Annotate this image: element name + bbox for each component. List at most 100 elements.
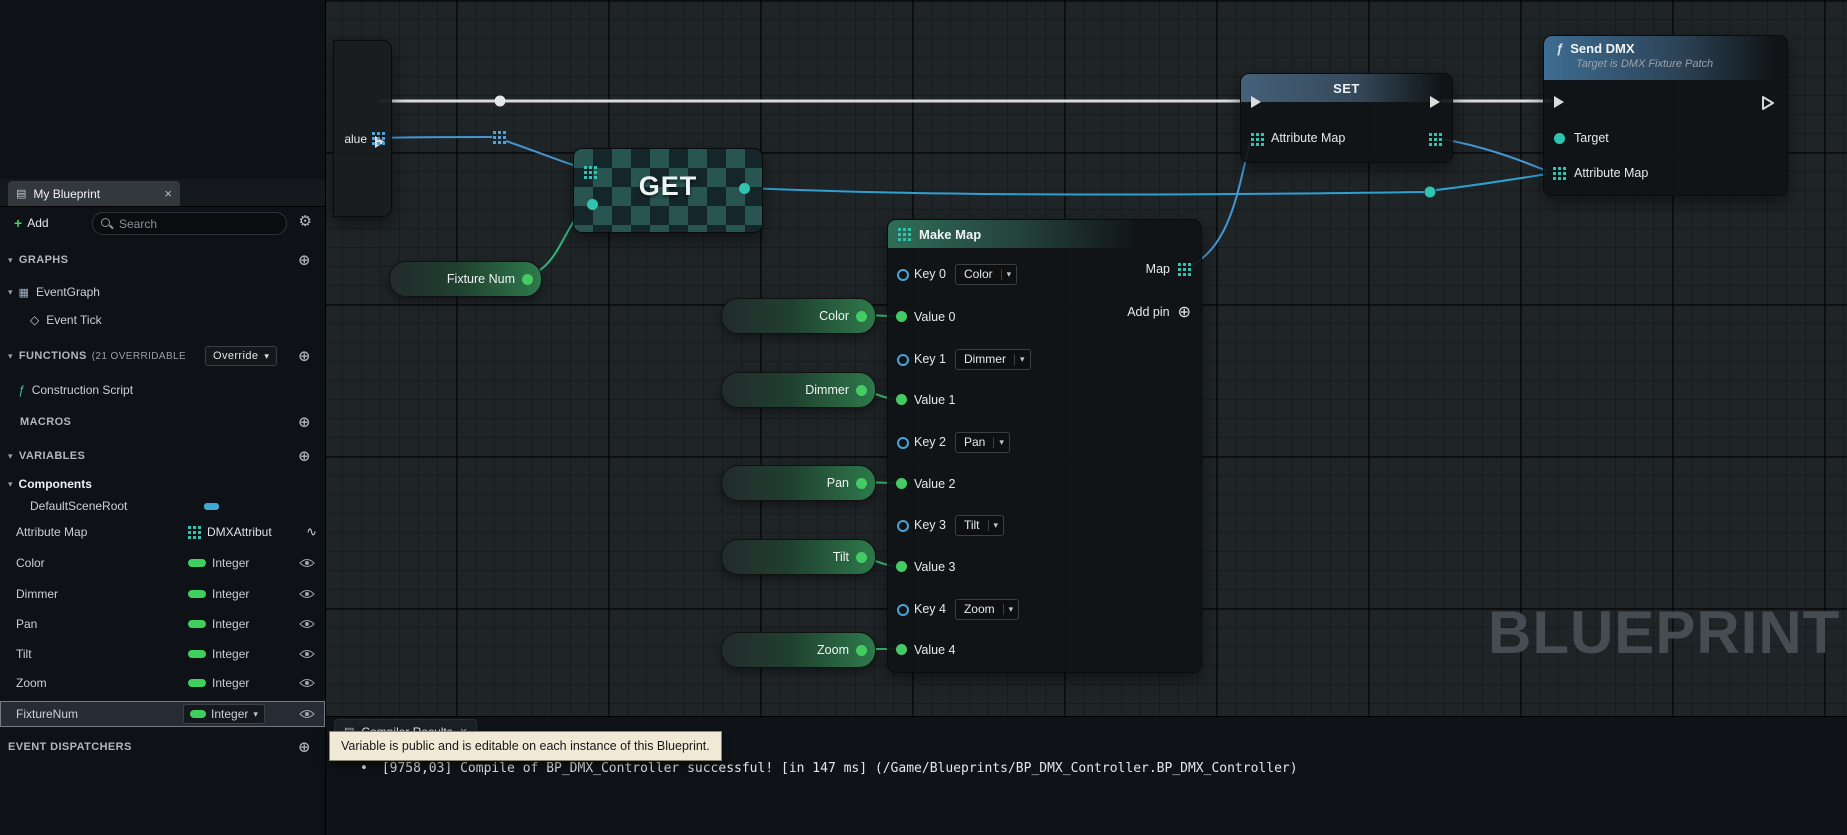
node-subtitle: Target is DMX Fixture Patch — [1576, 58, 1787, 70]
key-enum-dropdown[interactable]: Zoom ▾ — [955, 599, 1019, 620]
eye-icon[interactable] — [299, 678, 315, 688]
map-input-pin-icon[interactable] — [1553, 167, 1566, 180]
collapse-arrow-icon[interactable]: ▾ — [8, 451, 13, 462]
collapse-arrow-icon[interactable]: ▾ — [8, 479, 13, 490]
variable-row-zoom[interactable]: Zoom Integer — [0, 671, 325, 695]
functions-section-header[interactable]: ▾ FUNCTIONS (21 OVERRIDABLE Override ▾ ⊕ — [0, 344, 325, 368]
map-input-pin-icon[interactable] — [1251, 133, 1264, 146]
variable-row-fixturenum[interactable]: FixtureNum Integer ▾ — [0, 701, 325, 727]
get-node[interactable]: GET — [573, 148, 763, 233]
eye-icon[interactable] — [299, 709, 315, 719]
output-pin[interactable] — [856, 645, 867, 656]
search-input[interactable] — [117, 214, 281, 233]
value-output-pin[interactable] — [739, 183, 750, 194]
add-macro-icon[interactable]: ⊕ — [298, 415, 311, 430]
add-variable-icon[interactable]: ⊕ — [298, 449, 311, 464]
partial-node[interactable]: alue — [333, 40, 392, 217]
value-row: Value 3 — [888, 555, 955, 579]
key-input-pin[interactable] — [587, 199, 598, 210]
variable-get-tilt[interactable]: Tilt — [721, 539, 876, 575]
variable-get-fixture-num[interactable]: Fixture Num — [389, 261, 542, 297]
value-pin[interactable] — [896, 644, 907, 655]
map-output-pin-icon[interactable] — [1178, 263, 1191, 276]
graphs-section-header[interactable]: ▾ GRAPHS ⊕ — [0, 248, 325, 272]
variable-get-color[interactable]: Color — [721, 298, 876, 334]
output-pin[interactable] — [522, 274, 533, 285]
add-pin-icon[interactable]: ⊕ — [1178, 302, 1191, 322]
add-event-dispatcher-icon[interactable]: ⊕ — [298, 740, 311, 755]
variable-row-dimmer[interactable]: Dimmer Integer — [0, 582, 325, 606]
chevron-down-icon: ▾ — [253, 709, 258, 720]
eye-icon[interactable] — [299, 649, 315, 659]
make-map-header: Make Map — [888, 220, 1201, 248]
gear-icon[interactable]: ⚙ — [299, 214, 312, 229]
add-button[interactable]: + Add — [8, 212, 55, 234]
variable-type-dropdown[interactable]: Integer ▾ — [183, 704, 265, 724]
variable-get-zoom[interactable]: Zoom — [721, 632, 876, 668]
eye-icon[interactable] — [299, 619, 315, 629]
collapse-arrow-icon[interactable]: ▾ — [8, 287, 13, 298]
map-pin-icon[interactable] — [372, 132, 385, 145]
output-pin[interactable] — [856, 552, 867, 563]
set-attribute-map-node[interactable]: SET Attribute Map — [1240, 73, 1453, 163]
integer-type-pill — [188, 679, 206, 687]
close-tab-icon[interactable]: × — [164, 186, 172, 201]
value-pin[interactable] — [896, 311, 907, 322]
map-reroute-icon[interactable] — [493, 131, 506, 144]
override-dropdown[interactable]: Override ▾ — [205, 346, 277, 366]
value-row: Value 1 — [888, 388, 955, 412]
key-enum-dropdown[interactable]: Color ▾ — [955, 264, 1017, 285]
variable-row-attribute-map[interactable]: Attribute Map DMXAttribut ∿ — [0, 520, 325, 544]
value-pin[interactable] — [896, 561, 907, 572]
exec-out-pin[interactable] — [1761, 95, 1775, 111]
collapse-arrow-icon[interactable]: ▾ — [8, 351, 13, 362]
variable-row-defaultsceneroot[interactable]: DefaultSceneRoot — [0, 494, 325, 518]
exec-out-pin[interactable] — [1430, 96, 1440, 108]
output-pin[interactable] — [856, 311, 867, 322]
output-pin[interactable] — [856, 478, 867, 489]
key-enum-dropdown[interactable]: Pan ▾ — [955, 432, 1010, 453]
variable-row-tilt[interactable]: Tilt Integer — [0, 642, 325, 666]
value-pin[interactable] — [896, 478, 907, 489]
node-title: SET — [1333, 81, 1360, 96]
key-pin[interactable] — [897, 437, 909, 449]
tab-title: My Blueprint — [33, 187, 100, 201]
sidebar-item-event-tick[interactable]: ◇ Event Tick — [0, 308, 325, 332]
output-pin[interactable] — [856, 385, 867, 396]
variable-get-dimmer[interactable]: Dimmer — [721, 372, 876, 408]
chevron-down-icon: ▾ — [993, 437, 1009, 448]
key-pin[interactable] — [897, 269, 909, 281]
add-graph-icon[interactable]: ⊕ — [298, 253, 311, 268]
eye-icon[interactable] — [299, 589, 315, 599]
send-dmx-node[interactable]: ƒ Send DMX Target is DMX Fixture Patch T… — [1543, 35, 1788, 196]
exec-in-pin[interactable] — [1251, 96, 1261, 108]
key-pin[interactable] — [897, 604, 909, 616]
key-enum-dropdown[interactable]: Dimmer ▾ — [955, 349, 1031, 370]
sidebar-item-eventgraph[interactable]: ▾ ▦ EventGraph — [0, 280, 325, 304]
map-output-pin-icon[interactable] — [1429, 133, 1442, 146]
sidebar-item-construction-script[interactable]: ƒ Construction Script — [0, 378, 325, 402]
components-group-header[interactable]: ▾ Components — [0, 472, 325, 496]
make-map-node[interactable]: Make Map Key 0 Color ▾ Value 0 Key 1 Dim… — [887, 219, 1202, 673]
key-enum-dropdown[interactable]: Tilt ▾ — [955, 515, 1004, 536]
key-pin[interactable] — [897, 520, 909, 532]
eye-icon[interactable] — [299, 558, 315, 568]
compiler-log-line: • [9758,03] Compile of BP_DMX_Controller… — [360, 761, 1298, 776]
variable-row-pan[interactable]: Pan Integer — [0, 612, 325, 636]
map-input-pin-icon[interactable] — [584, 166, 597, 179]
collapse-arrow-icon[interactable]: ▾ — [8, 255, 13, 266]
target-input-pin[interactable] — [1554, 133, 1565, 144]
macros-section-header[interactable]: MACROS ⊕ — [0, 410, 325, 434]
exec-in-pin[interactable] — [1554, 96, 1564, 108]
key-pin[interactable] — [897, 354, 909, 366]
search-box[interactable] — [92, 212, 287, 235]
value-pin[interactable] — [896, 394, 907, 405]
variable-row-color[interactable]: Color Integer — [0, 551, 325, 575]
add-function-icon[interactable]: ⊕ — [298, 349, 311, 364]
variable-get-pan[interactable]: Pan — [721, 465, 876, 501]
event-dispatchers-section-header[interactable]: EVENT DISPATCHERS ⊕ — [0, 735, 325, 759]
variables-section-header[interactable]: ▾ VARIABLES ⊕ — [0, 444, 325, 468]
panel-icon: ▤ — [16, 187, 26, 200]
add-pin-row[interactable]: Add pin ⊕ — [1127, 300, 1191, 324]
tab-my-blueprint[interactable]: ▤ My Blueprint × — [8, 181, 180, 206]
